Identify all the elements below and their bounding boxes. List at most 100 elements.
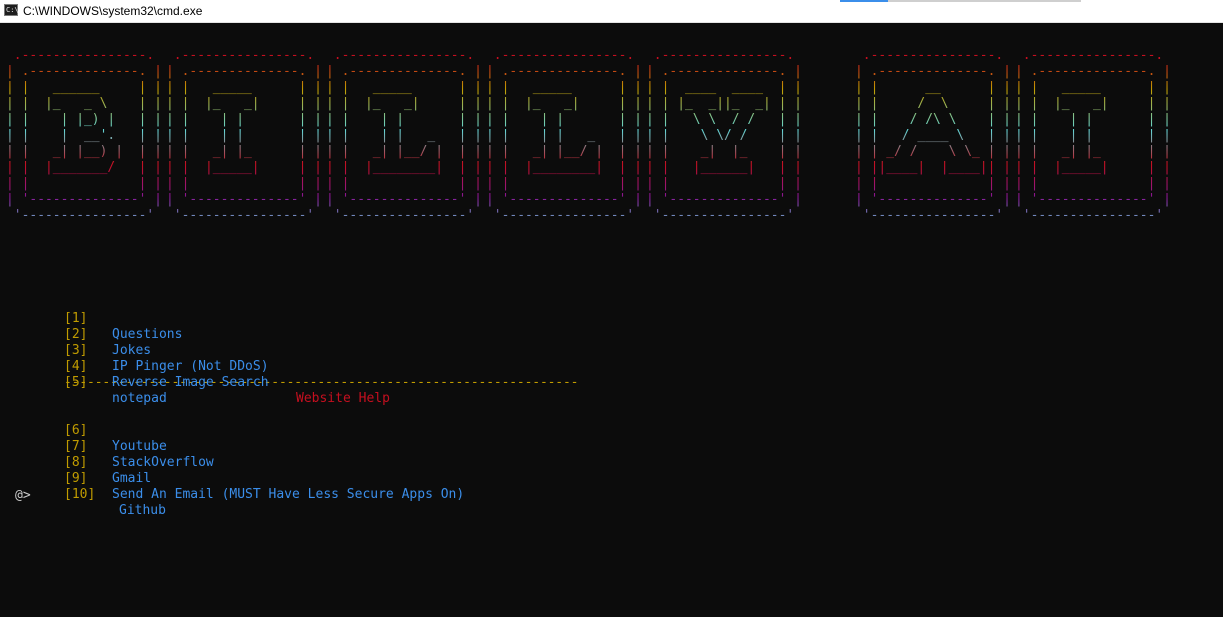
option-number: [5] xyxy=(64,375,88,390)
banner-letter-b-line: '----------------' xyxy=(6,208,162,223)
banner-letter-l-line: | .--------------. | xyxy=(326,64,482,79)
banner-letter-l-line: | | _____ | | xyxy=(486,80,642,95)
banner-letter-l-line: | | | | _ | | xyxy=(326,128,482,143)
menu-option-send-email[interactable]: [9] Send An Email (MUST Have Less Secure… xyxy=(64,455,578,502)
banner-letter-y-line: '----------------' xyxy=(646,208,802,223)
console-output[interactable]: .----------------. | .--------------. | |… xyxy=(0,23,1223,617)
banner-letter-y-line: | | _| |_ | | xyxy=(646,144,802,159)
banner-letter-l-line: | | | | _ | | xyxy=(486,128,642,143)
menu-option-gmail[interactable]: [8] Gmail xyxy=(64,439,578,486)
banner-letter-i-line: | | | | xyxy=(166,176,322,191)
menu-option-questions[interactable]: [1] Questions xyxy=(64,295,578,342)
banner-letter-b-line: | | |_ _ \ | | xyxy=(6,96,162,111)
menu-option-jokes[interactable]: [2] Jokes xyxy=(64,311,578,358)
banner-letter-l-line: .----------------. xyxy=(486,48,642,63)
menu-option-stackoverflow[interactable]: [7] StackOverflow xyxy=(64,423,578,470)
banner-letter-a-line: | '--------------' | xyxy=(855,192,1011,207)
option-label[interactable]: Send An Email (MUST Have Less Secure App… xyxy=(112,487,464,503)
banner-letter-i-line: | | _| |_ | | xyxy=(1015,144,1171,159)
banner-letter-l-line: | '--------------' | xyxy=(326,192,482,207)
title-bar[interactable]: C:\ C:\WINDOWS\system32\cmd.exe xyxy=(0,0,1223,23)
banner-letter-i-line: | | _____ | | xyxy=(1015,80,1171,95)
banner-letter-l-line: | | _| |__/ | | | xyxy=(486,144,642,159)
banner-letter-l-line: '----------------' xyxy=(486,208,642,223)
menu-option-youtube[interactable]: [6] Youtube xyxy=(64,407,578,454)
banner-letter-i-line: | | | | | | xyxy=(166,128,322,143)
banner-letter-l-line: | | _____ | | xyxy=(326,80,482,95)
banner-letter-l-line: | | | | | | xyxy=(486,112,642,127)
banner-letter-i-line: '----------------' xyxy=(1015,208,1171,223)
window-title: C:\WINDOWS\system32\cmd.exe xyxy=(23,4,203,18)
banner-letter-b-line: .----------------. xyxy=(6,48,162,63)
banner-letter-a-line: | | __ | | xyxy=(855,80,1011,95)
console-app-icon-glyph: C:\ xyxy=(6,6,19,14)
console-window: C:\ C:\WINDOWS\system32\cmd.exe .-------… xyxy=(0,0,1223,617)
banner-letter-l-line: '----------------' xyxy=(326,208,482,223)
option-label[interactable]: notepad xyxy=(112,391,167,407)
banner-letter-i-line: | | |_____| | | xyxy=(1015,160,1171,175)
menu-option-notepad[interactable]: [5] notepad xyxy=(64,359,578,406)
banner-letter-l-line: | | |_ _| | | xyxy=(486,96,642,111)
banner-letter-l-line: | '--------------' | xyxy=(486,192,642,207)
banner-letter-a-line: | | | | xyxy=(855,176,1011,191)
banner-letter-i-line: | | |_ _| | | xyxy=(1015,96,1171,111)
banner-letter-i-line: | | |_____| | | xyxy=(166,160,322,175)
banner-letter-l-line: | | | | xyxy=(486,176,642,191)
banner-letter-b-line: | | | |_) | | | xyxy=(6,112,162,127)
banner-letter-a-line: | | / /\ \ | | xyxy=(855,112,1011,127)
banner-letter-l-line: .----------------. xyxy=(326,48,482,63)
banner-letter-a-line: .----------------. xyxy=(855,48,1011,63)
banner-letter-b-line: | .--------------. | xyxy=(6,64,162,79)
banner-letter-y-line: | | \ \ / / | | xyxy=(646,112,802,127)
banner-letter-l-line: | | _| |__/ | | | xyxy=(326,144,482,159)
banner-letter-i-line: | | | | xyxy=(1015,176,1171,191)
main-menu: [1] Questions [2] Jokes [3] IP Pinger (N… xyxy=(64,295,578,518)
banner-letter-y-line: | | | | xyxy=(646,176,802,191)
banner-letter-a-line: | | / \ | | xyxy=(855,96,1011,111)
banner-letter-l-line: | | |________| | | xyxy=(486,160,642,175)
banner-letter-y-line: | '--------------' | xyxy=(646,192,802,207)
banner-letter-b-line: | | | __'. | | xyxy=(6,128,162,143)
console-app-icon[interactable]: C:\ xyxy=(4,4,19,16)
menu-option-ip-pinger[interactable]: [3] IP Pinger (Not DDoS) xyxy=(64,327,578,374)
banner-letter-i-line: | | | | | | xyxy=(1015,128,1171,143)
banner-letter-l-line: | | |_ _| | | xyxy=(326,96,482,111)
banner-letter-i-line: '----------------' xyxy=(166,208,322,223)
banner-letter-b-line: | '--------------' | xyxy=(6,192,162,207)
banner-letter-a-line: | ||____| |____|| | xyxy=(855,160,1011,175)
menu-option-github[interactable]: [10] Github xyxy=(64,471,578,518)
banner-letter-i-line: | '--------------' | xyxy=(1015,192,1171,207)
banner-letter-b-line: | | |_______/ | | xyxy=(6,160,162,175)
banner-letter-a-line: '----------------' xyxy=(855,208,1011,223)
banner-letter-i-line: .----------------. xyxy=(1015,48,1171,63)
banner-letter-b-line: | | ______ | | xyxy=(6,80,162,95)
banner-letter-i-line: | | _| |_ | | xyxy=(166,144,322,159)
banner-letter-l-line: | | |________| | | xyxy=(326,160,482,175)
banner-letter-a-line: | | / ____ \ | | xyxy=(855,128,1011,143)
command-prompt[interactable]: @> xyxy=(15,488,31,504)
taskbar-focus-strip xyxy=(840,0,888,2)
banner-letter-y-line: | .--------------. | xyxy=(646,64,802,79)
banner-letter-i-line: | '--------------' | xyxy=(166,192,322,207)
banner-letter-y-line: | | |______| | | xyxy=(646,160,802,175)
banner-letter-i-line: | .--------------. | xyxy=(166,64,322,79)
taskbar-inactive-strip xyxy=(888,0,1081,2)
banner-letter-l-line: | | | | xyxy=(326,176,482,191)
banner-letter-y-line: | | ____ ____ | | xyxy=(646,80,802,95)
banner-letter-i-line: | | | | | | xyxy=(1015,112,1171,127)
banner-letter-b-line: | | _| |__) | | | xyxy=(6,144,162,159)
billy-ai-ascii-banner: .----------------. | .--------------. ||… xyxy=(6,48,1171,223)
banner-letter-y-line: | | |_ _||_ _| | | xyxy=(646,96,802,111)
banner-letter-i-line: | | |_ _| | | xyxy=(166,96,322,111)
banner-letter-a-line: | | _/ / \ \_ | | xyxy=(855,144,1011,159)
banner-letter-b-line: | | | | xyxy=(6,176,162,191)
banner-letter-i-line: | | _____ | | xyxy=(166,80,322,95)
option-label[interactable]: Reverse Image Search xyxy=(112,375,269,391)
banner-letter-i-line: | | | | | | xyxy=(166,112,322,127)
banner-letter-y-line: | | \ \/ / | | xyxy=(646,128,802,143)
option-label[interactable]: Github xyxy=(119,503,166,519)
banner-letter-y-line: .----------------. xyxy=(646,48,802,63)
banner-letter-l-line: | | | | | | xyxy=(326,112,482,127)
option-number: [10] xyxy=(64,487,96,502)
menu-option-reverse-image-search[interactable]: [4] Reverse Image Search xyxy=(64,343,578,390)
